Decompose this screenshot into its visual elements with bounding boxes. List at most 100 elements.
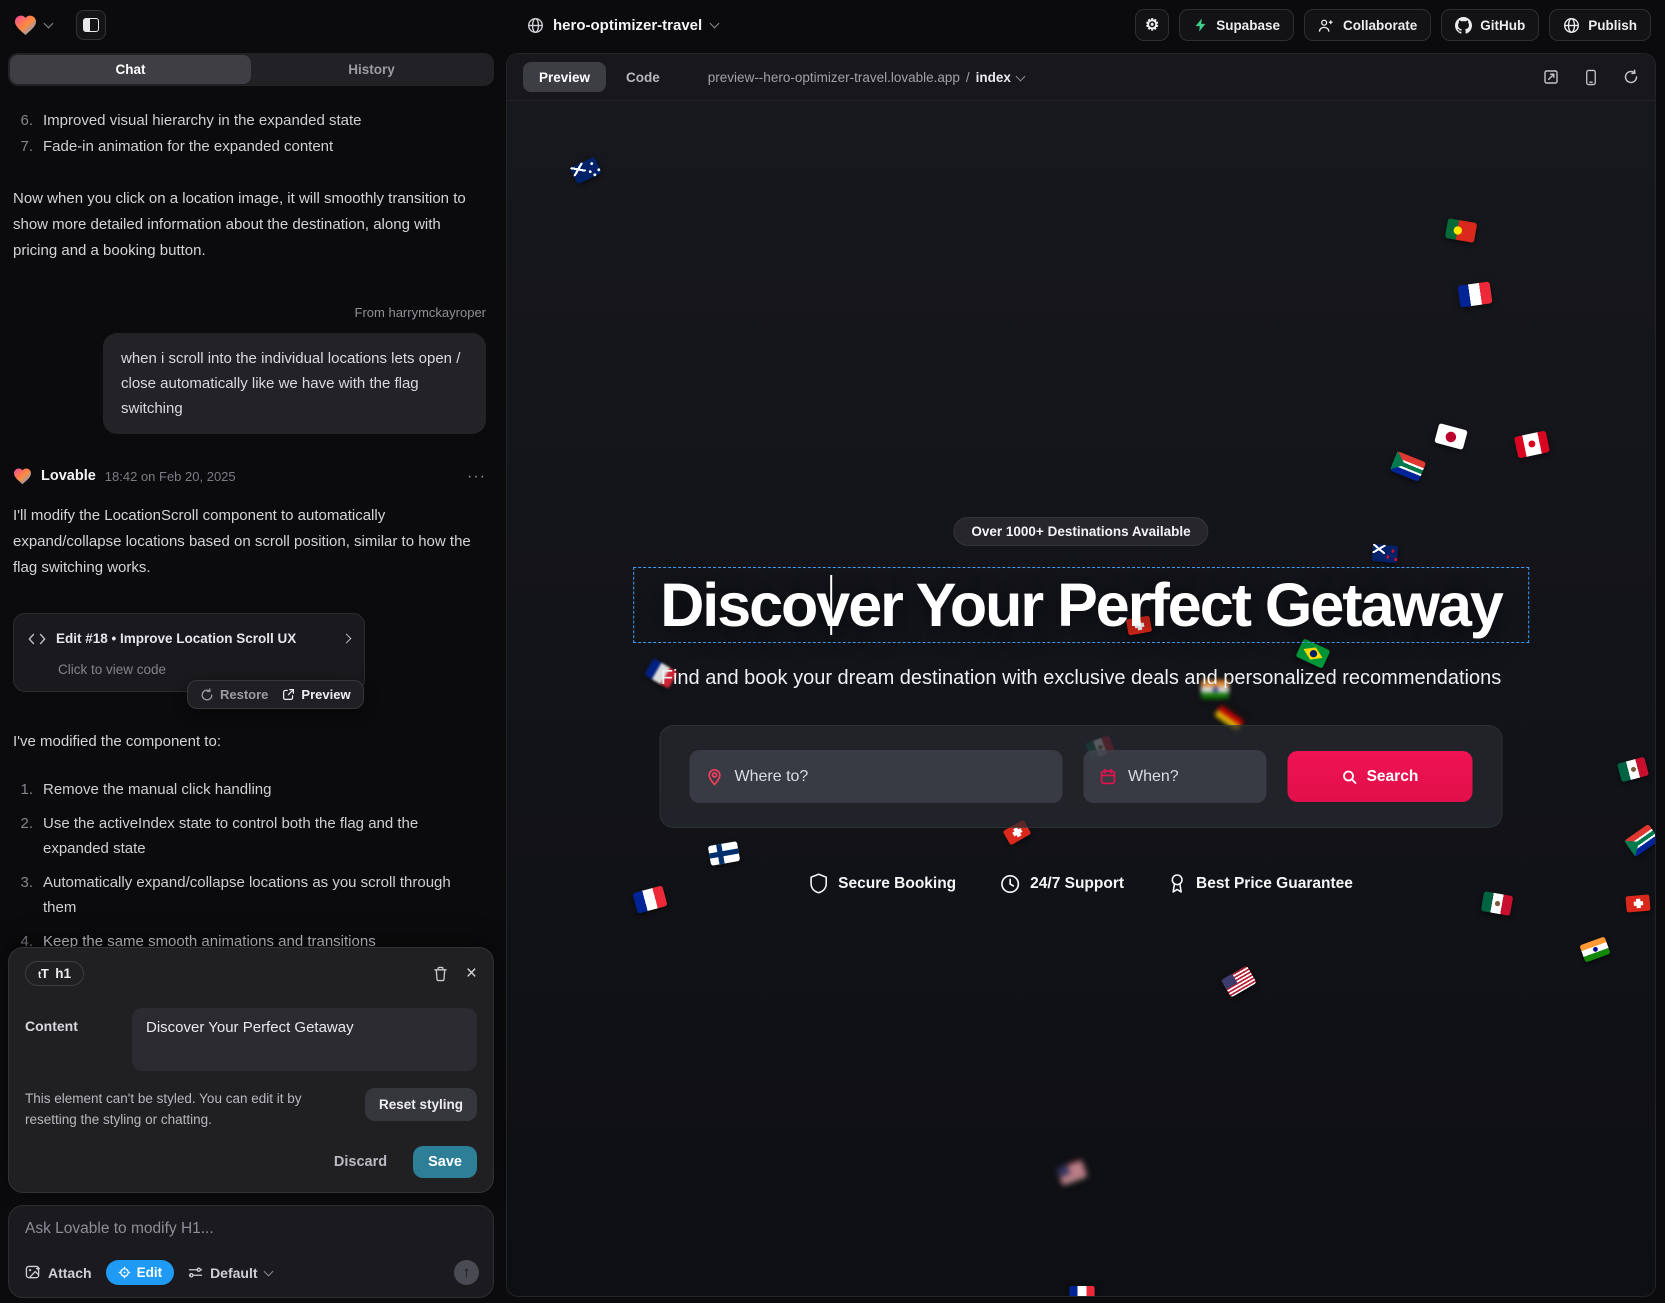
flag-nz-icon <box>1372 544 1399 563</box>
tab-chat[interactable]: Chat <box>10 55 251 84</box>
panel-icon <box>83 18 99 32</box>
flag-fi-icon <box>708 841 740 866</box>
search-button[interactable]: Search <box>1287 751 1472 802</box>
tab-preview[interactable]: Preview <box>523 62 606 92</box>
sidebar-tab-bar: Chat History <box>8 53 494 86</box>
open-external-icon[interactable] <box>1543 69 1559 85</box>
flag-mx-icon <box>1481 891 1513 916</box>
trash-icon[interactable] <box>433 966 448 982</box>
preview-toolbar: Preview Code preview--hero-optimizer-tra… <box>507 54 1655 101</box>
assistant-paragraph: I'll modify the LocationScroll component… <box>13 503 486 581</box>
edit-card-actions: Restore Preview <box>187 680 364 709</box>
project-name: hero-optimizer-travel <box>553 17 702 34</box>
flag-au-icon <box>570 157 602 185</box>
lovable-heart-icon <box>13 468 32 485</box>
github-button[interactable]: GitHub <box>1441 9 1539 41</box>
preview-viewport[interactable]: Over 1000+ Destinations Available Discov… <box>507 101 1655 1297</box>
search-icon <box>1342 769 1358 785</box>
flag-za-icon <box>1390 451 1426 482</box>
content-textarea[interactable]: Discover Your Perfect Getaway <box>132 1008 477 1071</box>
calendar-icon <box>1100 768 1117 785</box>
tab-code[interactable]: Code <box>610 62 676 92</box>
shield-icon <box>809 873 828 894</box>
target-icon <box>118 1266 131 1279</box>
chat-mode-select[interactable]: Default <box>188 1265 271 1281</box>
mobile-view-icon[interactable] <box>1585 69 1597 86</box>
flag-fr-icon <box>1069 1286 1094 1297</box>
message-timestamp: 18:42 on Feb 20, 2025 <box>105 464 236 489</box>
assistant-paragraph: Now when you click on a location image, … <box>13 186 486 264</box>
chat-sidebar: Chat History 6.Improved visual hierarchy… <box>0 50 502 1303</box>
save-button[interactable]: Save <box>413 1146 477 1178</box>
element-tag-pill[interactable]: tT h1 <box>25 961 84 986</box>
element-editor-panel: tT h1 × Content Discover Your Perfect Ge… <box>8 947 494 1193</box>
assistant-list-top: 6.Improved visual hierarchy in the expan… <box>13 108 486 159</box>
sidebar-toggle-button[interactable] <box>76 10 106 40</box>
supabase-button[interactable]: Supabase <box>1179 9 1294 41</box>
discard-button[interactable]: Discard <box>334 1154 387 1170</box>
when-input[interactable]: When? <box>1084 750 1266 803</box>
flag-ch-icon <box>1625 894 1650 912</box>
close-icon[interactable]: × <box>466 964 477 983</box>
chevron-down-icon <box>263 1267 273 1277</box>
list-item: 6.Improved visual hierarchy in the expan… <box>13 108 486 133</box>
list-item: 7.Fade-in animation for the expanded con… <box>13 134 486 159</box>
code-icon <box>28 633 46 645</box>
restore-icon <box>200 688 214 702</box>
chat-composer[interactable]: Ask Lovable to modify H1... Attach Edit … <box>8 1205 494 1298</box>
chevron-right-icon <box>342 634 352 644</box>
typography-icon: tT <box>38 966 48 981</box>
flag-ca-icon <box>1514 430 1550 458</box>
settings-button[interactable]: ⚙ <box>1135 9 1169 41</box>
flag-jp-icon <box>1434 423 1468 450</box>
image-icon <box>25 1265 41 1280</box>
sliders-icon <box>188 1266 203 1279</box>
preview-edit-button[interactable]: Preview <box>282 682 350 707</box>
destinations-badge: Over 1000+ Destinations Available <box>953 517 1208 546</box>
people-icon <box>1318 18 1335 33</box>
external-link-icon <box>282 688 295 701</box>
content-field-label: Content <box>25 1008 118 1071</box>
send-button[interactable]: ↑ <box>454 1260 479 1285</box>
preview-url[interactable]: preview--hero-optimizer-travel.lovable.a… <box>708 70 1024 85</box>
user-message-bubble: when i scroll into the individual locati… <box>103 333 486 434</box>
flag-fr-icon <box>1458 281 1493 307</box>
edit-card-subtitle: Click to view code <box>58 657 350 682</box>
publish-button[interactable]: Publish <box>1549 9 1651 41</box>
hero-subtitle: Find and book your dream destination wit… <box>661 667 1501 690</box>
assistant-paragraph: I've modified the component to: <box>13 729 486 755</box>
tab-history[interactable]: History <box>251 55 492 84</box>
chat-scroll-area[interactable]: 6.Improved visual hierarchy in the expan… <box>0 86 502 991</box>
project-switcher[interactable]: hero-optimizer-travel <box>527 0 718 50</box>
url-chevron-down-icon <box>1015 71 1025 81</box>
list-item: 3.Automatically expand/collapse location… <box>13 870 486 920</box>
message-author-label: From harrymckayroper <box>13 300 486 325</box>
attach-button[interactable]: Attach <box>25 1265 92 1281</box>
flag-us-icon <box>1056 1159 1087 1185</box>
publish-globe-icon <box>1563 17 1580 34</box>
edit-mode-button[interactable]: Edit <box>106 1260 175 1285</box>
workspace-chevron-down-icon[interactable] <box>44 19 54 29</box>
globe-icon <box>527 17 544 34</box>
feature-best-price: Best Price Guarantee <box>1168 873 1353 894</box>
lovable-heart-logo[interactable] <box>14 15 37 36</box>
list-item: 2.Use the activeIndex state to control b… <box>13 811 486 861</box>
reset-styling-button[interactable]: Reset styling <box>365 1088 477 1121</box>
list-item: 1.Remove the manual click handling <box>13 777 486 802</box>
clock-icon <box>1000 874 1020 894</box>
flag-mx-icon <box>1617 757 1649 783</box>
flag-in-icon <box>1579 936 1610 962</box>
where-to-input[interactable]: Where to? <box>690 750 1063 803</box>
collaborate-button[interactable]: Collaborate <box>1304 9 1431 41</box>
restore-button[interactable]: Restore <box>200 682 268 707</box>
message-menu-button[interactable]: ··· <box>467 464 486 489</box>
composer-placeholder[interactable]: Ask Lovable to modify H1... <box>25 1220 477 1238</box>
github-icon <box>1455 17 1472 34</box>
selected-h1-element[interactable]: Discover Your Perfect Getaway <box>633 567 1529 643</box>
topbar: hero-optimizer-travel ⚙ Supabase Collabo… <box>0 0 1665 50</box>
project-chevron-down-icon <box>710 19 720 29</box>
gear-icon: ⚙ <box>1145 15 1159 35</box>
refresh-icon[interactable] <box>1623 69 1639 85</box>
flag-pt-icon <box>1445 218 1477 243</box>
assistant-message-header: Lovable 18:42 on Feb 20, 2025 ··· <box>13 464 486 489</box>
